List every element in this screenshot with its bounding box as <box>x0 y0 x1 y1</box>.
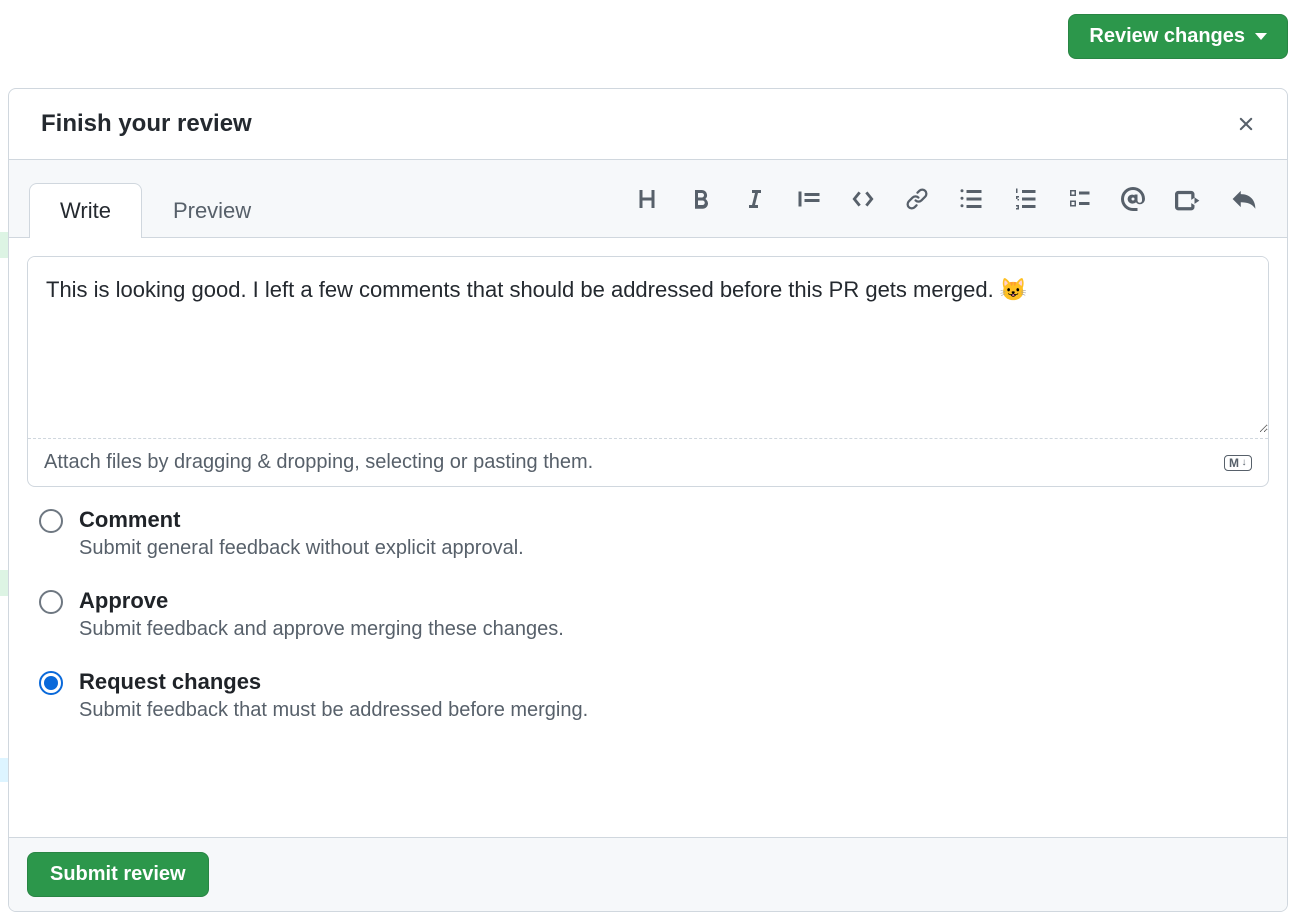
quote-button[interactable] <box>795 184 823 214</box>
link-button[interactable] <box>903 184 931 214</box>
markdown-icon[interactable]: M↓ <box>1224 455 1252 471</box>
comment-textarea[interactable] <box>28 257 1268 433</box>
editor-area: Attach files by dragging & dropping, sel… <box>9 238 1287 487</box>
tab-write[interactable]: Write <box>29 183 142 238</box>
panel-footer: Submit review <box>9 837 1287 911</box>
heading-button[interactable] <box>633 184 661 214</box>
panel-title: Finish your review <box>41 110 252 138</box>
option-comment-title: Comment <box>79 507 524 533</box>
close-button[interactable] <box>1231 109 1261 139</box>
attach-row[interactable]: Attach files by dragging & dropping, sel… <box>28 438 1268 486</box>
ordered-list-icon <box>1013 187 1037 211</box>
code-button[interactable] <box>849 184 877 214</box>
unordered-list-icon <box>959 187 983 211</box>
close-icon <box>1235 113 1257 135</box>
ordered-list-button[interactable] <box>1011 184 1039 214</box>
editor-tabbar: Write Preview <box>9 160 1287 238</box>
option-approve-desc: Submit feedback and approve merging thes… <box>79 618 564 641</box>
radio-comment[interactable] <box>39 509 63 533</box>
option-request-changes[interactable]: Request changes Submit feedback that mus… <box>39 669 1259 722</box>
background-diff-hint <box>0 570 8 596</box>
quote-icon <box>797 187 821 211</box>
italic-icon <box>743 187 767 211</box>
panel-header: Finish your review <box>9 89 1287 160</box>
review-options: Comment Submit general feedback without … <box>9 487 1287 760</box>
radio-approve[interactable] <box>39 590 63 614</box>
bold-button[interactable] <box>687 184 715 214</box>
comment-field-wrap: Attach files by dragging & dropping, sel… <box>27 256 1269 487</box>
task-list-icon <box>1067 187 1091 211</box>
attach-hint: Attach files by dragging & dropping, sel… <box>44 451 593 474</box>
mention-icon <box>1121 187 1145 211</box>
bold-icon <box>689 187 713 211</box>
heading-icon <box>635 187 659 211</box>
reply-button[interactable] <box>1229 184 1259 214</box>
code-icon <box>851 187 875 211</box>
task-list-button[interactable] <box>1065 184 1093 214</box>
link-icon <box>905 187 929 211</box>
tab-preview[interactable]: Preview <box>142 183 282 238</box>
markdown-toolbar <box>633 184 1259 214</box>
cross-reference-icon <box>1175 186 1201 212</box>
cross-reference-button[interactable] <box>1173 184 1203 214</box>
mention-button[interactable] <box>1119 184 1147 214</box>
radio-request-changes[interactable] <box>39 671 63 695</box>
background-diff-hint <box>0 232 8 258</box>
unordered-list-button[interactable] <box>957 184 985 214</box>
background-diff-hint <box>0 758 8 782</box>
option-approve[interactable]: Approve Submit feedback and approve merg… <box>39 588 1259 641</box>
reply-icon <box>1231 186 1257 212</box>
option-comment[interactable]: Comment Submit general feedback without … <box>39 507 1259 560</box>
review-changes-button[interactable]: Review changes <box>1068 14 1288 59</box>
option-approve-title: Approve <box>79 588 564 614</box>
submit-review-button[interactable]: Submit review <box>27 852 209 897</box>
review-changes-label: Review changes <box>1089 25 1245 48</box>
review-panel: Finish your review Write Preview <box>8 88 1288 912</box>
caret-down-icon <box>1255 33 1267 40</box>
italic-button[interactable] <box>741 184 769 214</box>
option-request-desc: Submit feedback that must be addressed b… <box>79 699 588 722</box>
option-request-title: Request changes <box>79 669 588 695</box>
option-comment-desc: Submit general feedback without explicit… <box>79 537 524 560</box>
